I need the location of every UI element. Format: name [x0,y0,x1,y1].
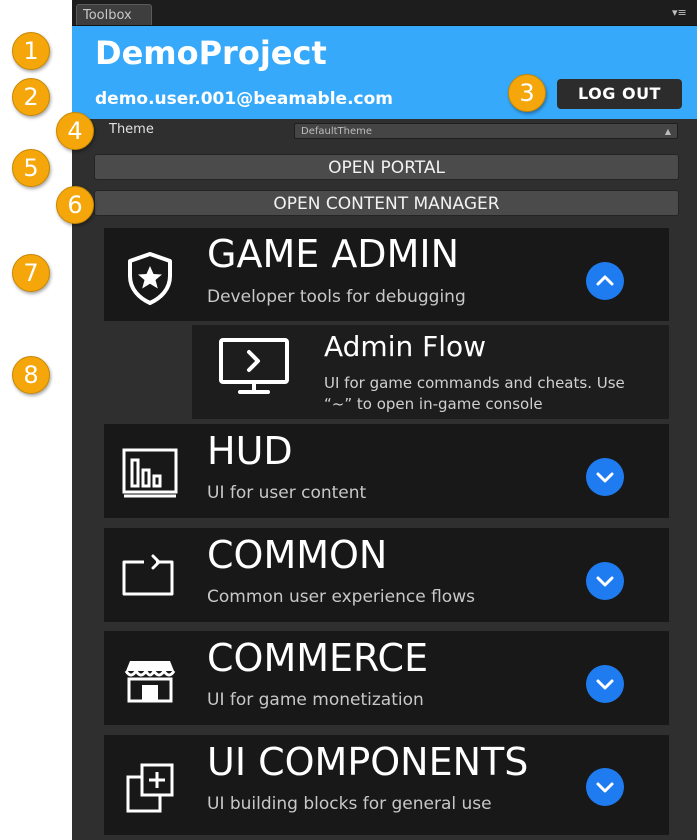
section-ui-components[interactable]: UI COMPONENTS UI building blocks for gen… [104,735,669,835]
expand-toggle[interactable] [586,562,624,600]
section-description: Common user experience flows [207,587,475,607]
chevron-down-icon [596,679,614,690]
open-content-manager-button[interactable]: OPEN CONTENT MANAGER [94,190,679,216]
callout-5: 5 [12,149,50,187]
section-common[interactable]: COMMON Common user experience flows [104,528,669,622]
expand-toggle[interactable] [586,665,624,703]
section-title: COMMON [207,533,388,577]
add-layers-icon [126,763,174,813]
project-name: DemoProject [95,34,327,72]
theme-label: Theme [109,122,154,137]
return-arrow-icon [122,554,174,596]
callout-3: 3 [508,74,546,112]
user-email: demo.user.001@beamable.com [95,89,394,109]
theme-select[interactable]: DefaultTheme ▲ [294,123,678,139]
bar-chart-icon [122,448,178,498]
window-menu-icon[interactable]: ▾≡ [672,6,694,20]
logout-button[interactable]: LOG OUT [557,79,682,109]
section-description: UI for game monetization [207,690,424,710]
expand-toggle[interactable] [586,768,624,806]
terminal-monitor-icon [219,338,289,394]
callout-2: 2 [12,78,50,116]
section-title: HUD [207,429,293,473]
expand-toggle[interactable] [586,458,624,496]
section-title: GAME ADMIN [207,232,459,276]
chevron-up-icon [596,275,614,286]
section-commerce[interactable]: COMMERCE UI for game monetization [104,631,669,725]
section-game-admin[interactable]: GAME ADMIN Developer tools for debugging [104,228,669,321]
storefront-icon [124,661,176,703]
admin-flow-item[interactable]: Admin Flow UI for game commands and chea… [192,325,669,419]
section-title: COMMERCE [207,636,429,680]
theme-selected-value: DefaultTheme [301,126,373,137]
select-arrows-icon: ▲ [664,127,671,136]
collapse-toggle[interactable] [586,262,624,300]
tab-bar [72,0,697,26]
callout-6: 6 [56,186,94,224]
chevron-down-icon [596,472,614,483]
admin-flow-title: Admin Flow [324,330,487,363]
tab-toolbox[interactable]: Toolbox [76,4,152,25]
section-description: Developer tools for debugging [207,287,466,307]
section-description: UI building blocks for general use [207,794,492,814]
chevron-down-icon [596,576,614,587]
callout-7: 7 [12,254,50,292]
admin-flow-description: UI for game commands and cheats. Use “~”… [324,374,625,413]
shield-star-icon [128,252,172,305]
section-description: UI for user content [207,483,367,503]
section-title: UI COMPONENTS [207,740,529,784]
section-hud[interactable]: HUD UI for user content [104,424,669,518]
chevron-down-icon [596,782,614,793]
callout-8: 8 [12,356,50,394]
open-portal-button[interactable]: OPEN PORTAL [94,154,679,180]
callout-1: 1 [12,32,50,70]
callout-4: 4 [56,112,94,150]
